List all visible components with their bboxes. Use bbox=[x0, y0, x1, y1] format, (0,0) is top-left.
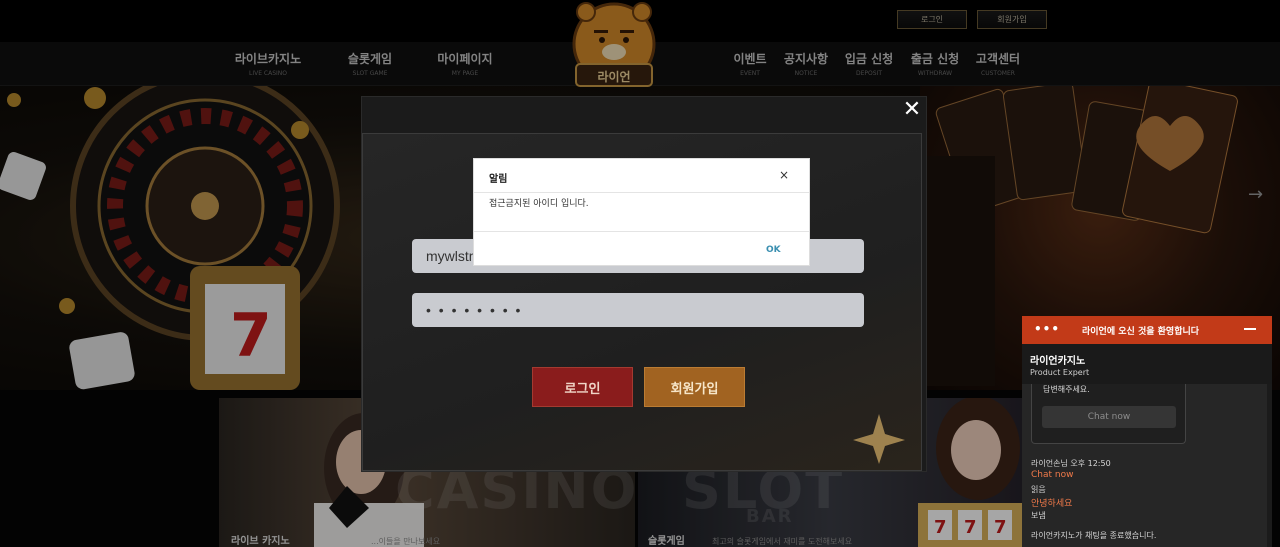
chat-line: 안녕하세요 bbox=[1031, 499, 1073, 509]
more-icon[interactable]: ••• bbox=[1034, 322, 1060, 336]
chat-line: 라이언손님 오후 12:50 bbox=[1031, 459, 1111, 468]
chat-line: 보냄 bbox=[1031, 511, 1046, 520]
chat-agent-bar: 라이언카지노 Product Expert bbox=[1022, 344, 1272, 384]
password-input[interactable]: • • • • • • • • bbox=[412, 293, 864, 327]
chat-scrollbar[interactable] bbox=[1267, 384, 1272, 547]
chat-line: Chat now bbox=[1031, 470, 1074, 480]
login-modal bbox=[361, 96, 927, 472]
signup-button[interactable]: 회원가입 bbox=[644, 367, 745, 407]
chat-bubble: 답변해주세요. Chat now bbox=[1031, 384, 1186, 444]
minimize-icon[interactable] bbox=[1244, 328, 1256, 330]
alert-dialog: 알림 × 접근금지된 아이디 입니다. OK bbox=[473, 158, 810, 266]
alert-title: 알림 bbox=[489, 174, 508, 185]
agent-name: 라이언카지노 bbox=[1030, 356, 1086, 367]
close-icon[interactable]: ✕ bbox=[901, 99, 923, 121]
agent-role: Product Expert bbox=[1030, 368, 1090, 377]
alert-footer: OK bbox=[474, 231, 809, 265]
chat-header[interactable]: ••• 라이언에 오신 것을 환영합니다 bbox=[1022, 316, 1272, 344]
chat-body: 답변해주세요. Chat now 라이언손님 오후 12:50 Chat now… bbox=[1022, 384, 1272, 547]
alert-header: 알림 × bbox=[474, 159, 809, 193]
bubble-text: 답변해주세요. bbox=[1043, 385, 1090, 394]
chat-line: 라이언카지노가 채팅을 종료했습니다. bbox=[1031, 531, 1157, 540]
chat-line: 읽음 bbox=[1031, 485, 1046, 494]
login-button[interactable]: 로그인 bbox=[532, 367, 633, 407]
chat-now-button[interactable]: Chat now bbox=[1042, 406, 1176, 428]
alert-message: 접근금지된 아이디 입니다. bbox=[489, 199, 589, 209]
alert-close-icon[interactable]: × bbox=[779, 168, 789, 182]
chat-widget: ••• 라이언에 오신 것을 환영합니다 라이언카지노 Product Expe… bbox=[1022, 316, 1272, 547]
alert-ok-button[interactable]: OK bbox=[766, 245, 781, 255]
page: 로그인 회원가입 라이브카지노 LIVE CASINO 슬롯게임 SLOT GA… bbox=[0, 0, 1280, 547]
chat-title: 라이언에 오신 것을 환영합니다 bbox=[1082, 327, 1200, 337]
sparkle-icon bbox=[853, 414, 905, 464]
